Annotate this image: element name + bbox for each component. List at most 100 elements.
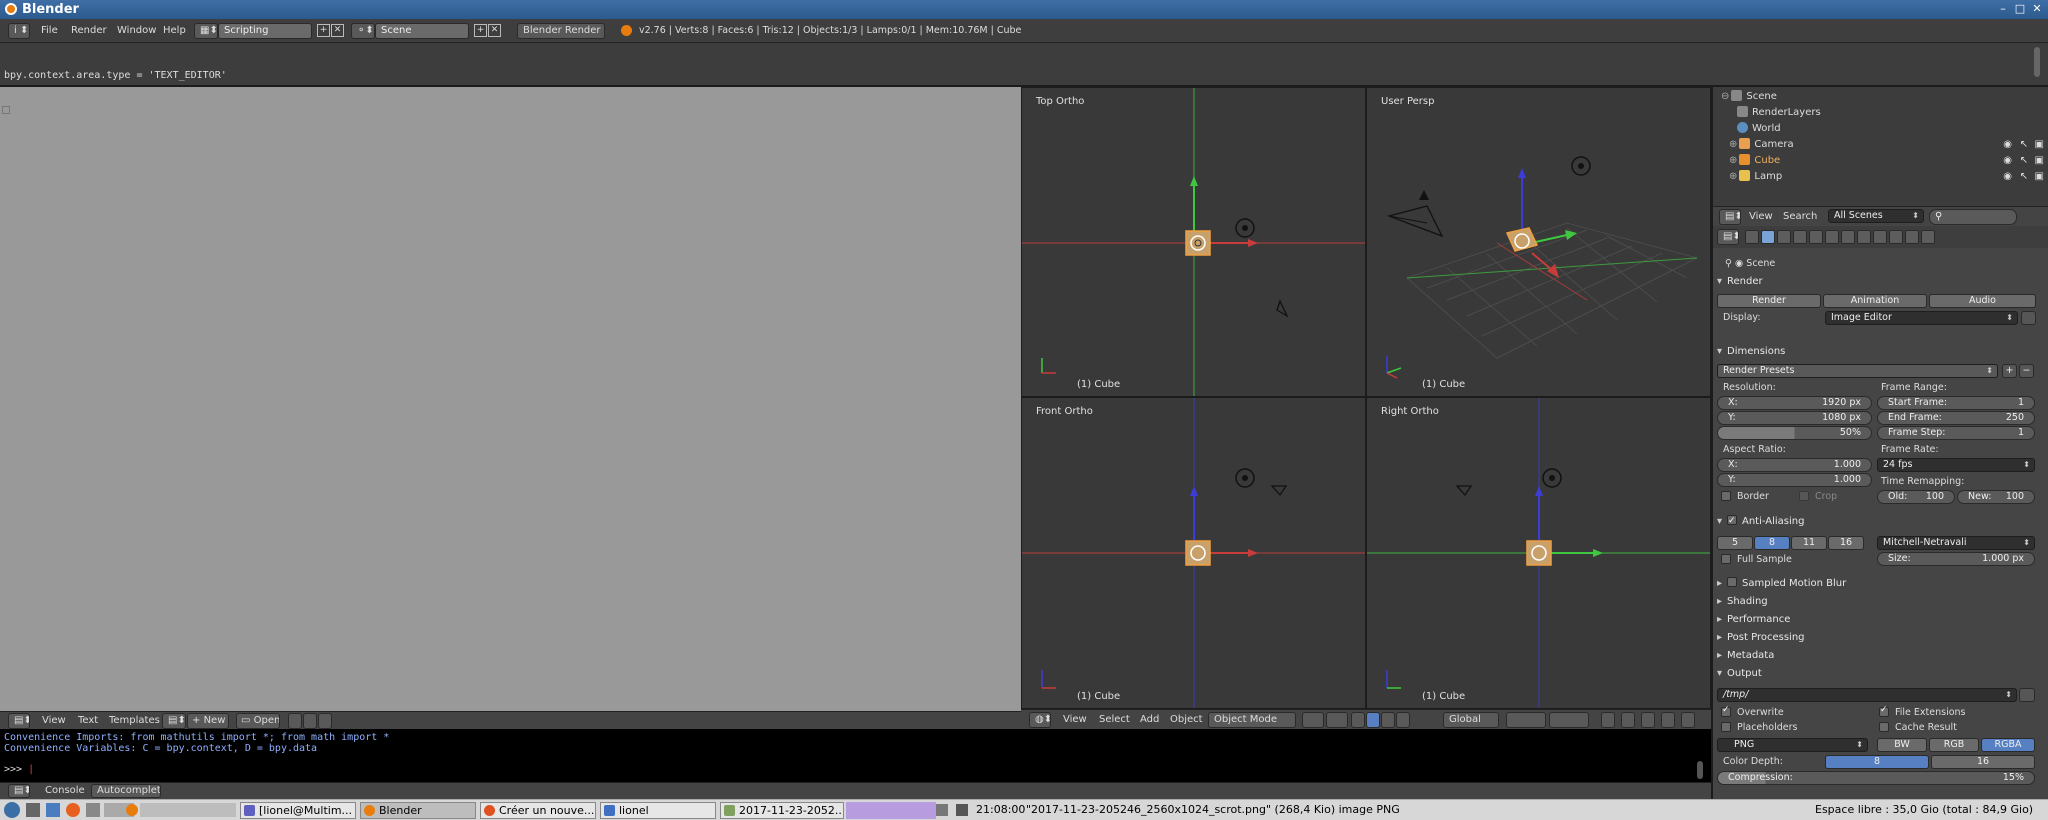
object-mode-dropdown[interactable]: Object Mode <box>1208 712 1296 728</box>
file-format-dropdown[interactable]: PNG <box>1717 738 1868 752</box>
layers-grid-2[interactable] <box>1549 712 1589 728</box>
time-remap-new-field[interactable]: New: 100 <box>1957 490 2035 504</box>
viewport-front-ortho[interactable]: Front Ortho (1) Cube <box>1021 397 1366 709</box>
render-camera-icon[interactable]: ▣ <box>2035 137 2044 153</box>
editor-type-3d-icon[interactable]: ◍⬍ <box>1029 712 1051 728</box>
channel-rgba-button[interactable]: RGBA <box>1981 738 2035 752</box>
remove-scene-icon[interactable]: ✕ <box>488 24 501 37</box>
tab-physics-icon[interactable] <box>1921 230 1935 244</box>
screen-layout-field[interactable]: Scripting <box>218 23 312 39</box>
task-firefox[interactable]: Créer un nouve... <box>480 802 596 819</box>
viewport-right-ortho[interactable]: Right Ortho (1) Cube <box>1366 397 1711 709</box>
tab-constraints-icon[interactable] <box>1825 230 1839 244</box>
file-manager-icon[interactable] <box>26 803 40 817</box>
task-blender[interactable]: Blender <box>360 802 476 819</box>
manipulator-icon[interactable] <box>1351 712 1365 728</box>
channel-bw-button[interactable]: BW <box>1877 738 1927 752</box>
rotate-icon[interactable] <box>1381 712 1395 728</box>
panel-post-processing-header[interactable]: ▸ Post Processing <box>1717 630 2046 646</box>
scene-icon[interactable]: ⚬⬍ <box>351 23 375 39</box>
tab-particles-icon[interactable] <box>1905 230 1919 244</box>
aspect-x-field[interactable]: X: 1.000 <box>1717 458 1872 472</box>
outliner-search-input[interactable]: ⚲ <box>1929 209 2017 225</box>
menu-file[interactable]: File <box>41 25 58 36</box>
menu-outliner-search[interactable]: Search <box>1783 211 1817 222</box>
animation-button[interactable]: Animation <box>1823 294 1927 308</box>
aa-size-field[interactable]: Size: 1.000 px <box>1877 552 2035 566</box>
compression-slider[interactable]: Compression: 15% <box>1717 771 2035 785</box>
scene-field[interactable]: Scene <box>375 23 469 39</box>
menu-window[interactable]: Window <box>117 25 156 36</box>
visibility-eye-icon[interactable]: ◉ <box>2003 137 2012 153</box>
crop-checkbox[interactable] <box>1799 491 1809 501</box>
panel-render-header[interactable]: ▾ Render <box>1717 274 2046 290</box>
file-extensions-checkbox[interactable] <box>1879 705 1889 717</box>
aa-samples-16[interactable]: 16 <box>1828 536 1864 550</box>
render-preview-icon[interactable] <box>1601 712 1615 728</box>
proportional-edit-icon[interactable] <box>1621 712 1635 728</box>
task-image-viewer[interactable]: 2017-11-23-2052... <box>720 802 844 819</box>
display-dropdown[interactable]: Image Editor <box>1825 311 2018 325</box>
audio-button[interactable]: Audio <box>1929 294 2036 308</box>
editor-type-info-icon[interactable]: i ⬍ <box>8 23 30 39</box>
console-scrollbar[interactable] <box>1697 761 1703 779</box>
tab-world-icon[interactable] <box>1793 230 1807 244</box>
close-icon[interactable]: ✕ <box>2030 2 2044 16</box>
editor-type-console-icon[interactable]: ▤⬍ <box>8 784 30 798</box>
aa-samples-8[interactable]: 8 <box>1754 536 1790 550</box>
snap-target-icon[interactable] <box>1661 712 1675 728</box>
output-folder-icon[interactable] <box>2019 688 2035 702</box>
viewport-shading-icon[interactable] <box>1302 712 1324 728</box>
tab-render-icon[interactable] <box>1745 230 1759 244</box>
time-remap-old-field[interactable]: Old: 100 <box>1877 490 1955 504</box>
task-terminal[interactable]: [lionel@Multim... <box>240 802 356 819</box>
start-frame-field[interactable]: Start Frame: 1 <box>1877 396 2035 410</box>
panel-anti-aliasing-header[interactable]: ▾Anti-Aliasing <box>1717 513 2046 530</box>
menu-text-templates[interactable]: Templates <box>109 715 160 726</box>
panel-performance-header[interactable]: ▸ Performance <box>1717 612 2046 628</box>
motion-blur-checkbox[interactable] <box>1727 577 1737 587</box>
outliner-item-cube[interactable]: ⊕ Cube ◉ ↖ ▣ <box>1713 153 2048 169</box>
syntax-highlight-icon[interactable] <box>318 713 332 729</box>
open-text-button[interactable]: ▭ Open <box>236 713 280 729</box>
viewport-top-ortho[interactable]: Top Ortho (1) Cube <box>1021 87 1366 397</box>
editor-type-text-icon[interactable]: ▤⬍ <box>8 713 30 729</box>
start-menu-icon[interactable] <box>4 802 20 818</box>
opengl-render-icon[interactable] <box>1681 712 1695 728</box>
anti-aliasing-checkbox[interactable] <box>1727 513 1737 529</box>
tab-modifiers-icon[interactable] <box>1841 230 1855 244</box>
lock-interface-icon[interactable] <box>2021 311 2036 325</box>
outliner-item-lamp[interactable]: ⊕ Lamp ◉ ↖ ▣ <box>1713 169 2048 185</box>
firefox-icon[interactable] <box>66 803 80 817</box>
add-preset-icon[interactable]: + <box>2002 364 2017 378</box>
resolution-x-field[interactable]: X: 1920 px <box>1717 396 1872 410</box>
pager[interactable] <box>140 803 236 817</box>
snap-icon[interactable] <box>1641 712 1655 728</box>
panel-shading-header[interactable]: ▸ Shading <box>1717 594 2046 610</box>
editor-type-properties-icon[interactable]: ▤⬍ <box>1717 229 1739 245</box>
menu-render[interactable]: Render <box>71 25 107 36</box>
task-folder[interactable]: lionel <box>600 802 716 819</box>
outliner-item-camera[interactable]: ⊕ Camera ◉ ↖ ▣ <box>1713 137 2048 153</box>
volume-icon[interactable] <box>936 804 948 816</box>
editor-type-outliner-icon[interactable]: ▤⬍ <box>1719 209 1741 225</box>
tab-render-layers-icon[interactable] <box>1761 230 1775 244</box>
menu-3d-select[interactable]: Select <box>1099 714 1130 725</box>
outliner-item-world[interactable]: World <box>1713 121 2048 137</box>
maximize-icon[interactable]: □ <box>2013 2 2027 16</box>
menu-3d-add[interactable]: Add <box>1140 714 1159 725</box>
outliner-item-scene[interactable]: ⊖ Scene <box>1713 89 2048 105</box>
full-sample-checkbox[interactable] <box>1721 554 1731 564</box>
add-screen-icon[interactable]: + <box>317 24 330 37</box>
render-engine-dropdown[interactable]: Blender Render <box>517 23 605 39</box>
aa-filter-dropdown[interactable]: Mitchell-Netravali <box>1877 536 2035 550</box>
console-prompt[interactable]: >>> | <box>4 764 34 775</box>
cache-result-checkbox[interactable] <box>1879 722 1889 732</box>
tab-texture-icon[interactable] <box>1889 230 1903 244</box>
blender-launcher-icon[interactable] <box>126 804 138 816</box>
color-depth-8-button[interactable]: 8 <box>1825 755 1929 769</box>
menu-outliner-view[interactable]: View <box>1749 211 1773 222</box>
word-wrap-icon[interactable] <box>303 713 317 729</box>
translate-icon[interactable] <box>1366 712 1380 728</box>
panel-output-header[interactable]: ▾ Output <box>1717 666 2046 682</box>
